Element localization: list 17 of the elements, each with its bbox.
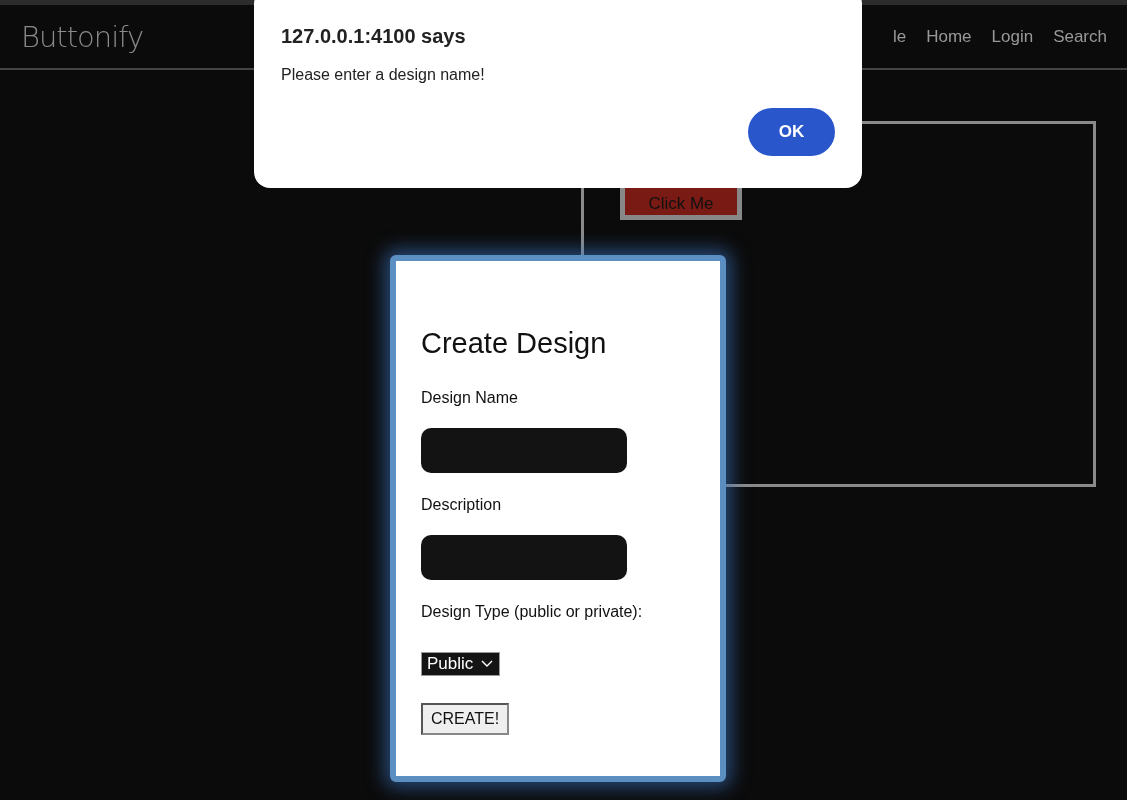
create-button[interactable]: CREATE!: [421, 703, 510, 735]
type-dropdown[interactable]: Public: [421, 652, 501, 676]
input-field[interactable]: [421, 535, 627, 580]
field-label: Description: [421, 495, 503, 515]
brand-logo[interactable]: Buttonify: [21, 19, 144, 54]
nav-link[interactable]: Login: [991, 26, 1034, 47]
dialog-message: Please enter a design name!: [281, 66, 486, 84]
nav-link[interactable]: le: [892, 26, 907, 47]
field-label: Design Name: [421, 388, 519, 408]
dialog-title: 127.0.0.1:4100 says: [281, 25, 467, 48]
chevron-icon: [481, 660, 494, 668]
input-field[interactable]: [421, 428, 627, 473]
field-label: Design Type (public or private):: [421, 602, 644, 622]
ok-button[interactable]: OK: [748, 108, 835, 156]
form-title: Create Design: [421, 326, 608, 360]
nav-link[interactable]: Home: [926, 26, 972, 47]
nav-link[interactable]: Search: [1053, 26, 1107, 47]
